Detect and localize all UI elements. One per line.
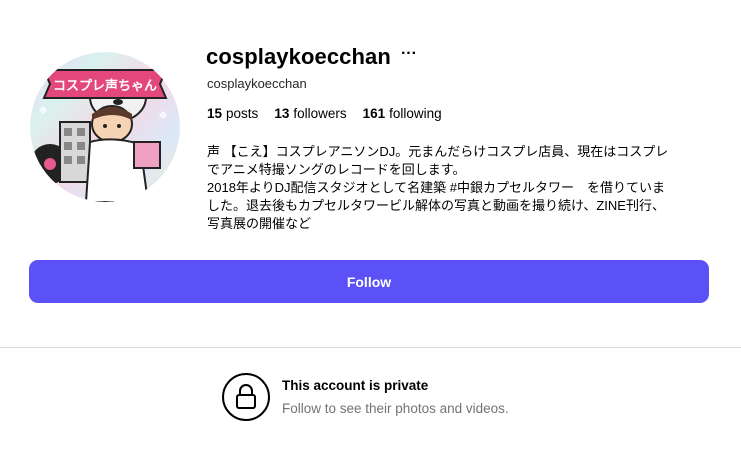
stat-following-count: 161 — [362, 106, 386, 121]
private-lock-badge — [222, 373, 270, 421]
lock-icon — [236, 384, 256, 409]
stat-followers[interactable]: 13 followers — [274, 106, 346, 121]
stat-following[interactable]: 161 following — [363, 106, 442, 121]
divider — [0, 347, 741, 348]
bio-line: 声 【こえ】コスプレアニソンDJ。元まんだらけコスプレ店員、現在はコスプレ — [207, 144, 669, 159]
private-subtitle: Follow to see their photos and videos. — [282, 401, 509, 416]
stat-posts: 15 posts — [207, 106, 258, 121]
stat-followers-label: followers — [293, 106, 347, 121]
bio-line: 写真展の開催など — [207, 216, 312, 231]
more-options-icon[interactable]: ··· — [401, 46, 417, 62]
profile-bio: 声 【こえ】コスプレアニソンDJ。元まんだらけコスプレ店員、現在はコスプレ でア… — [207, 143, 717, 233]
avatar-banner-text: コスプレ声ちゃん — [53, 78, 157, 94]
username: cosplaykoecchan — [206, 44, 391, 69]
stat-posts-label: posts — [226, 106, 259, 121]
bio-line: した。退去後もカプセルタワービル解体の写真と動画を撮り続け、ZINE刊行、 — [207, 198, 665, 213]
stat-posts-count: 15 — [207, 106, 223, 121]
username-row: cosplaykoecchan ··· — [206, 40, 417, 74]
profile-handle: cosplaykoecchan — [207, 76, 307, 91]
bio-line: 2018年よりDJ配信スタジオとして名建築 #中銀カプセルタワー を借りていま — [207, 180, 666, 195]
avatar: コスプレ声ちゃん — [30, 52, 180, 202]
profile-stats: 15 posts 13 followers 161 following — [207, 106, 458, 121]
stat-following-label: following — [389, 106, 442, 121]
private-title: This account is private — [282, 378, 429, 393]
profile-picture: コスプレ声ちゃん — [30, 52, 180, 202]
stat-followers-count: 13 — [274, 106, 290, 121]
follow-button[interactable]: Follow — [29, 260, 709, 303]
bio-line: でアニメ特撮ソングのレコードを回します。 — [207, 162, 466, 177]
